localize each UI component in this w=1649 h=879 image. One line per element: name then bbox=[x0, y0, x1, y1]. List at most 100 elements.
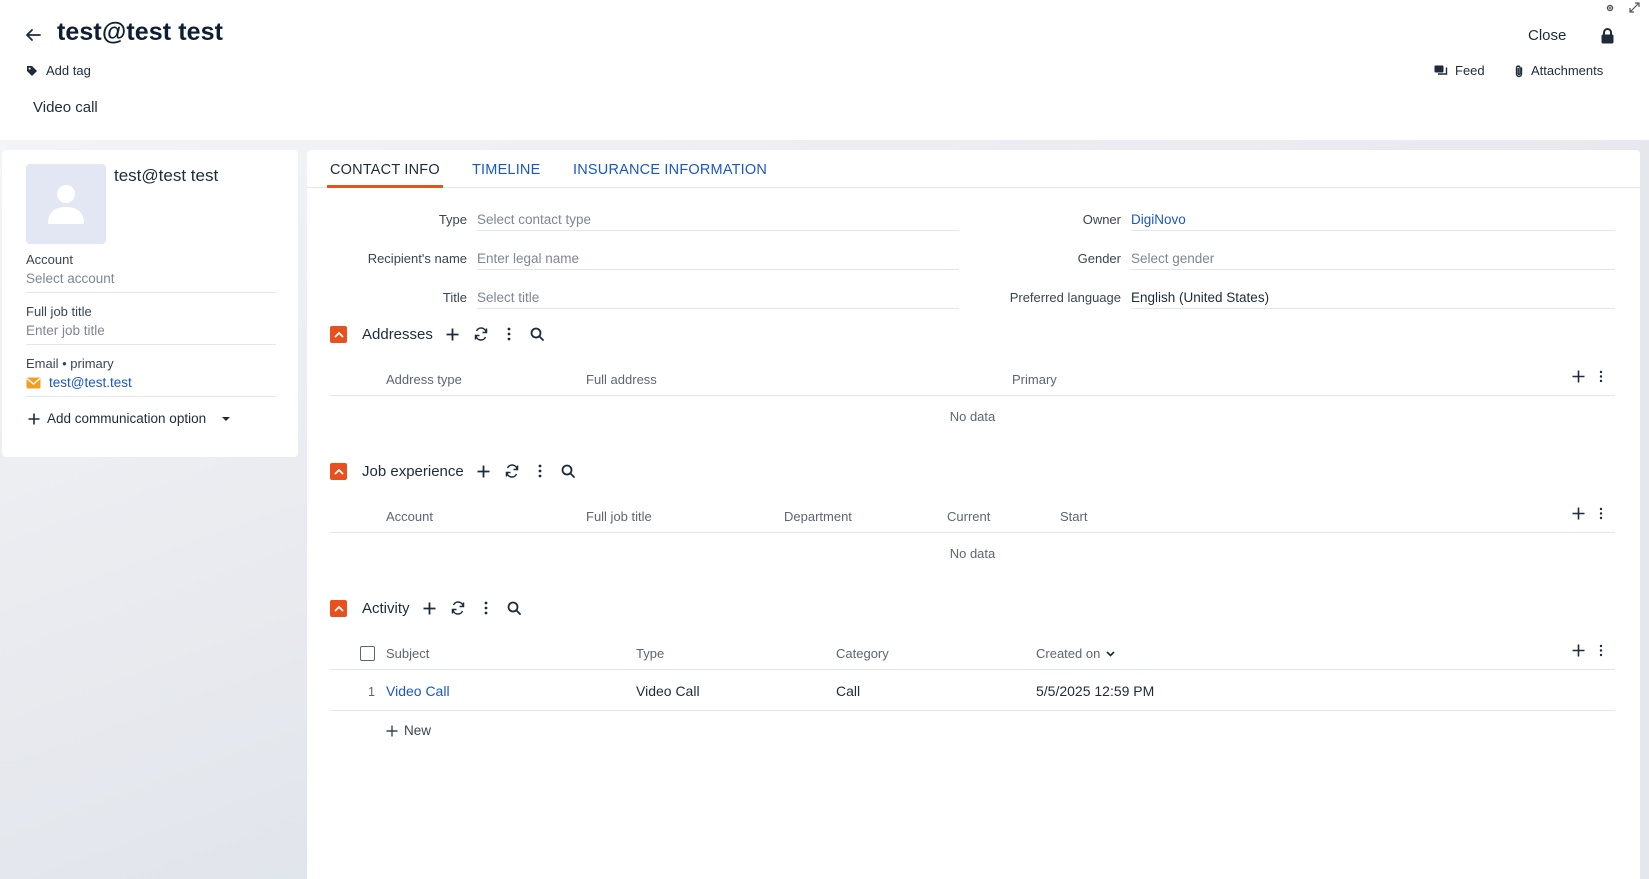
owner-link[interactable]: DigiNovo bbox=[1131, 212, 1186, 227]
row-number: 1 bbox=[368, 685, 375, 699]
new-activity-label: New bbox=[404, 723, 432, 738]
refresh-icon[interactable] bbox=[473, 326, 489, 342]
language-label: Preferred language bbox=[1009, 290, 1121, 305]
chevron-up-icon bbox=[333, 605, 344, 612]
add-icon[interactable] bbox=[422, 600, 438, 616]
owner-underline bbox=[1131, 230, 1615, 231]
activity-category: Call bbox=[836, 683, 861, 699]
job-title-input[interactable]: Enter job title bbox=[26, 323, 276, 345]
add-tag-button[interactable]: Add tag bbox=[26, 63, 91, 78]
refresh-icon[interactable] bbox=[504, 463, 520, 479]
paperclip-icon bbox=[1515, 64, 1523, 77]
column-account[interactable]: Account bbox=[386, 509, 433, 524]
column-type[interactable]: Type bbox=[636, 646, 664, 661]
type-input[interactable]: Select contact type bbox=[477, 212, 591, 227]
attachments-button[interactable]: Attachments bbox=[1514, 63, 1603, 78]
addresses-title: Addresses bbox=[362, 325, 433, 343]
sort-descending-icon[interactable] bbox=[1106, 650, 1115, 657]
table-row[interactable]: 1 Video Call Video Call Call 5/5/2025 12… bbox=[330, 671, 1615, 711]
language-underline bbox=[1131, 308, 1615, 309]
job-title-field[interactable]: Full job title Enter job title bbox=[26, 304, 276, 345]
title-label: Title bbox=[442, 290, 467, 305]
column-created-on-label: Created on bbox=[1036, 646, 1101, 661]
gender-input[interactable]: Select gender bbox=[1131, 251, 1214, 266]
owner-field-label-wrap: Owner bbox=[907, 208, 1121, 232]
activity-collapse-button[interactable] bbox=[330, 599, 347, 617]
activity-type: Video Call bbox=[636, 683, 700, 699]
expand-icon[interactable] bbox=[1629, 2, 1640, 13]
search-icon[interactable] bbox=[529, 326, 545, 342]
addresses-collapse-button[interactable] bbox=[330, 325, 347, 343]
add-icon[interactable] bbox=[476, 463, 492, 479]
settings-icon[interactable] bbox=[1605, 3, 1615, 13]
gender-label: Gender bbox=[1077, 251, 1121, 266]
feed-button[interactable]: Feed bbox=[1434, 63, 1485, 78]
add-column-icon[interactable] bbox=[1572, 644, 1585, 657]
add-column-icon[interactable] bbox=[1572, 370, 1585, 383]
account-input[interactable]: Select account bbox=[26, 271, 276, 293]
back-arrow-icon[interactable] bbox=[24, 26, 42, 44]
select-all-checkbox[interactable] bbox=[360, 646, 375, 661]
plus-icon bbox=[386, 725, 398, 736]
column-current[interactable]: Current bbox=[947, 509, 990, 524]
profile-name: test@test test bbox=[114, 166, 219, 185]
type-label: Type bbox=[438, 212, 467, 227]
email-value-row[interactable]: test@test.test bbox=[26, 375, 276, 397]
job-experience-collapse-button[interactable] bbox=[330, 462, 347, 480]
column-full-job-title[interactable]: Full job title bbox=[586, 509, 652, 524]
column-created-on[interactable]: Created on bbox=[1036, 646, 1115, 661]
add-tag-label: Add tag bbox=[46, 63, 91, 78]
recipient-input[interactable]: Enter legal name bbox=[477, 251, 579, 266]
caret-down-icon[interactable] bbox=[219, 415, 233, 423]
activity-created-on: 5/5/2025 12:59 PM bbox=[1036, 683, 1155, 699]
more-vertical-icon[interactable] bbox=[501, 326, 517, 342]
refresh-icon[interactable] bbox=[450, 600, 466, 616]
page: test@test test Add tag Video call Close … bbox=[0, 0, 1649, 879]
type-field-label-wrap: Type bbox=[307, 208, 467, 232]
tab-insurance-information[interactable]: INSURANCE INFORMATION bbox=[573, 162, 767, 178]
email-field[interactable]: Email • primary test@test.test bbox=[26, 356, 276, 397]
column-subject[interactable]: Subject bbox=[386, 646, 429, 661]
email-link[interactable]: test@test.test bbox=[49, 375, 132, 390]
search-icon[interactable] bbox=[506, 600, 522, 616]
title-input[interactable]: Select title bbox=[477, 290, 539, 305]
tab-contact-info[interactable]: CONTACT INFO bbox=[330, 162, 440, 178]
account-field[interactable]: Account Select account bbox=[26, 252, 276, 293]
more-vertical-icon[interactable] bbox=[1599, 644, 1603, 657]
job-experience-grid-header: Account Full job title Department Curren… bbox=[330, 497, 1615, 533]
add-icon[interactable] bbox=[445, 326, 461, 342]
main-card: CONTACT INFO TIMELINE INSURANCE INFORMAT… bbox=[307, 150, 1640, 879]
more-vertical-icon[interactable] bbox=[1599, 370, 1603, 383]
add-communication-option-button[interactable]: Add communication option bbox=[28, 411, 233, 426]
new-activity-button[interactable]: New bbox=[386, 723, 431, 738]
close-button[interactable]: Close bbox=[1528, 27, 1566, 44]
job-experience-grid-actions bbox=[1572, 507, 1603, 520]
language-input[interactable]: English (United States) bbox=[1131, 290, 1269, 305]
search-icon[interactable] bbox=[560, 463, 576, 479]
email-label: Email • primary bbox=[26, 356, 114, 371]
add-column-icon[interactable] bbox=[1572, 507, 1585, 520]
chevron-up-icon bbox=[333, 331, 344, 338]
column-primary[interactable]: Primary bbox=[1012, 372, 1057, 387]
gender-field-label-wrap: Gender bbox=[907, 247, 1121, 271]
lock-icon[interactable] bbox=[1600, 27, 1615, 44]
person-icon bbox=[48, 185, 84, 224]
title-field-label-wrap: Title bbox=[307, 286, 467, 310]
gender-underline bbox=[1131, 269, 1615, 270]
column-department[interactable]: Department bbox=[784, 509, 852, 524]
more-vertical-icon[interactable] bbox=[532, 463, 548, 479]
scrollbar-track[interactable] bbox=[1640, 140, 1649, 879]
tab-timeline[interactable]: TIMELINE bbox=[472, 162, 540, 178]
column-category[interactable]: Category bbox=[836, 646, 889, 661]
job-title-label: Full job title bbox=[26, 304, 92, 319]
avatar[interactable] bbox=[26, 164, 106, 244]
job-experience-section-header: Job experience bbox=[330, 461, 588, 481]
activity-subject-link[interactable]: Video Call bbox=[386, 683, 450, 699]
more-vertical-icon[interactable] bbox=[1599, 507, 1603, 520]
envelope-icon bbox=[26, 377, 41, 388]
column-full-address[interactable]: Full address bbox=[586, 372, 657, 387]
column-address-type[interactable]: Address type bbox=[386, 372, 462, 387]
column-start[interactable]: Start bbox=[1060, 509, 1087, 524]
recipient-label: Recipient's name bbox=[367, 251, 467, 266]
more-vertical-icon[interactable] bbox=[478, 600, 494, 616]
